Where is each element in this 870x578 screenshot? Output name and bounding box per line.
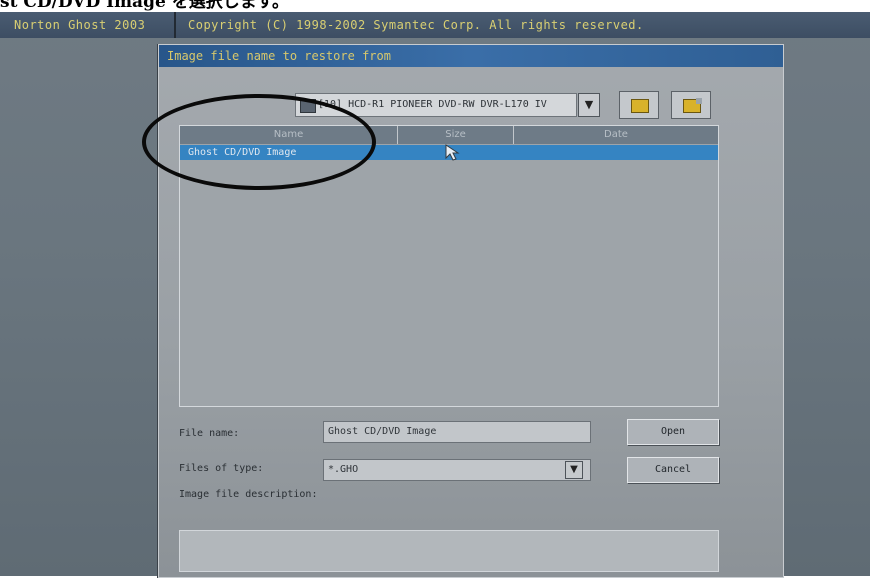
file-list[interactable]: Name Size Date Ghost CD/DVD Image	[179, 125, 719, 407]
file-list-header: Name Size Date	[180, 126, 718, 144]
column-header-date[interactable]: Date	[514, 126, 718, 144]
image-description-label: Image file description:	[179, 489, 318, 500]
titlebar-divider	[174, 12, 176, 38]
new-folder-icon	[683, 98, 702, 113]
files-of-type-label: Files of type:	[179, 463, 264, 474]
dialog-title: Image file name to restore from	[159, 45, 783, 67]
files-of-type-dropdown-arrow-icon[interactable]: ▼	[565, 461, 583, 479]
column-header-size[interactable]: Size	[398, 126, 514, 144]
new-folder-button[interactable]	[671, 91, 711, 119]
mouse-pointer-icon	[445, 144, 460, 161]
cancel-button[interactable]: Cancel	[627, 457, 719, 483]
file-name-input[interactable]: Ghost CD/DVD Image	[323, 421, 591, 443]
drive-icon	[300, 99, 316, 113]
parent-folder-button[interactable]	[619, 91, 659, 119]
restore-image-dialog: Image file name to restore from [10] HCD…	[158, 44, 784, 578]
ghost-screen: Norton Ghost 2003 Copyright (C) 1998-200…	[0, 12, 870, 578]
image-description-field[interactable]	[179, 530, 719, 572]
drive-dropdown-arrow-icon[interactable]: ▼	[578, 93, 600, 117]
copyright-text: Copyright (C) 1998-2002 Symantec Corp. A…	[188, 18, 644, 32]
drive-select[interactable]: [10] HCD-R1 PIONEER DVD-RW DVR-L170 IV	[295, 93, 577, 117]
product-name: Norton Ghost 2003	[14, 18, 146, 32]
ghost-titlebar: Norton Ghost 2003 Copyright (C) 1998-200…	[0, 12, 870, 38]
open-button[interactable]: Open	[627, 419, 719, 445]
folder-up-icon	[631, 99, 649, 113]
files-of-type-select[interactable]: *.GHO	[323, 459, 591, 481]
caption-text: st CD/DVD Image を選択します。	[0, 0, 289, 12]
drive-select-value: [10] HCD-R1 PIONEER DVD-RW DVR-L170 IV	[318, 99, 547, 110]
file-name-label: File name:	[179, 428, 240, 439]
column-header-name[interactable]: Name	[180, 126, 398, 144]
